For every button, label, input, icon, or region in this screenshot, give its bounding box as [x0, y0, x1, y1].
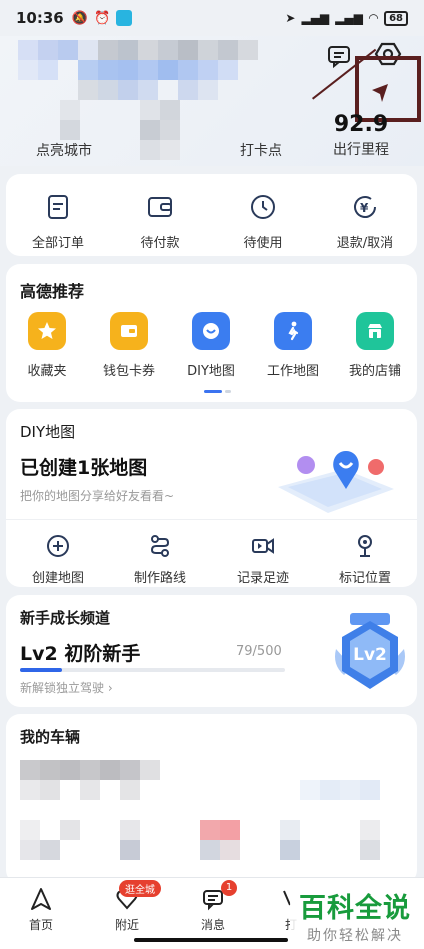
- pixelated-profile-name: [18, 40, 268, 100]
- pending-payment-button[interactable]: 待付款: [119, 190, 201, 251]
- recommend-label-shop: 我的店铺: [348, 364, 401, 379]
- status-time: 10:36: [16, 9, 64, 27]
- route-icon: [143, 529, 177, 563]
- diy-map-illustration: [278, 451, 394, 513]
- svg-text:¥: ¥: [360, 201, 369, 215]
- recommend-item-work-map[interactable]: 工作地图: [252, 312, 334, 379]
- annotation-arrowhead: [372, 84, 388, 102]
- pin-icon: [348, 529, 382, 563]
- navigate-icon: [28, 886, 54, 912]
- recommend-title: 高德推荐: [20, 282, 85, 301]
- recommend-item-diy-map[interactable]: DIY地图: [170, 312, 252, 379]
- stat-mileage-value: 92.9: [333, 112, 389, 137]
- create-map-button[interactable]: 创建地图: [17, 529, 99, 586]
- diy-map-card: DIY地图 已创建1张地图 把你的地图分享给好友看看~ 创建地图 制作路线 记录…: [6, 409, 417, 587]
- stat-mileage[interactable]: 92.9 出行里程: [326, 112, 396, 159]
- tab-home[interactable]: 首页: [6, 886, 76, 933]
- nearby-badge: 逛全城: [119, 880, 161, 897]
- watermark: 百科全说 助你轻松解决: [290, 886, 420, 946]
- make-route-button[interactable]: 制作路线: [119, 529, 201, 586]
- recommend-item-wallet[interactable]: 钱包卡券: [88, 312, 170, 379]
- video-icon: [246, 529, 280, 563]
- to-use-button[interactable]: 待使用: [222, 190, 304, 251]
- watermark-subtitle: 助你轻松解决: [307, 928, 403, 944]
- recommend-item-favorites[interactable]: 收藏夹: [6, 312, 88, 379]
- shop-icon: [356, 312, 394, 350]
- tab-home-label: 首页: [28, 918, 53, 932]
- level-badge: Lv2: [330, 609, 410, 697]
- order-list-icon: [41, 190, 75, 224]
- recommend-label-work-map: 工作地图: [266, 364, 319, 379]
- status-bar: 10:36 🔕 ⏰ ➤ ▂▄▆ ▂▄▆ ◠ 68: [0, 0, 424, 36]
- star-icon: [28, 312, 66, 350]
- location-icon: ➤: [285, 11, 296, 25]
- recommend-label-diy-map: DIY地图: [187, 364, 235, 379]
- stat-cities[interactable]: 点亮城市: [28, 140, 100, 160]
- battery-icon: 68: [384, 10, 408, 26]
- recommend-label-wallet: 钱包卡券: [102, 364, 155, 379]
- vehicles-title: 我的车辆: [20, 728, 81, 746]
- wallet-card-icon: [110, 312, 148, 350]
- tab-messages-label: 消息: [200, 918, 225, 932]
- recommend-card: 高德推荐 收藏夹 钱包卡券 DIY地图 工作地图 我的店铺: [6, 264, 417, 402]
- stat-mileage-label: 出行里程: [333, 142, 389, 158]
- record-footprint-button[interactable]: 记录足迹: [222, 529, 304, 586]
- all-orders-button[interactable]: 全部订单: [17, 190, 99, 251]
- growth-progress-fill: [20, 668, 62, 672]
- orders-card: 全部订单 待付款 待使用 ¥ 退款/取消: [6, 174, 417, 256]
- growth-title: 新手成长频道: [20, 609, 111, 627]
- stat-cities-label: 点亮城市: [36, 143, 92, 159]
- signal-icon-2: ▂▄▆: [335, 11, 363, 25]
- diy-title: DIY地图: [20, 423, 76, 441]
- growth-unlock-link[interactable]: 新解锁独立驾驶 ›: [20, 679, 113, 696]
- create-map-label: 创建地图: [31, 571, 84, 586]
- chevron-right-icon: ›: [104, 681, 113, 695]
- level-badge-text: Lv2: [353, 645, 387, 665]
- vehicles-card: 我的车辆: [6, 714, 417, 884]
- growth-card[interactable]: 新手成长频道 Lv2 初阶新手 79/500 新解锁独立驾驶 › Lv2: [6, 595, 417, 707]
- signal-icon: ▂▄▆: [301, 11, 330, 25]
- mark-location-button[interactable]: 标记位置: [324, 529, 406, 586]
- mute-icon: 🔕: [71, 10, 88, 26]
- clock-icon: [246, 190, 280, 224]
- tab-nearby-label: 附近: [114, 918, 139, 932]
- growth-unlock-text: 新解锁独立驾驶: [20, 681, 105, 695]
- refund-icon: ¥: [348, 190, 382, 224]
- stat-checkins-label: 打卡点: [240, 143, 282, 159]
- stat-checkins[interactable]: 打卡点: [226, 140, 296, 160]
- plus-circle-icon: [41, 529, 75, 563]
- growth-progress-text: 79/500: [236, 644, 282, 659]
- messages-badge: 1: [221, 880, 237, 896]
- divider: [6, 519, 417, 520]
- refund-button[interactable]: ¥ 退款/取消: [324, 190, 406, 251]
- wifi-icon: ◠: [368, 11, 379, 25]
- diy-subtitle: 把你的地图分享给好友看看~: [20, 489, 175, 503]
- all-orders-label: 全部订单: [31, 236, 84, 251]
- pixelated-vehicle-info: [20, 760, 420, 880]
- mark-location-label: 标记位置: [338, 571, 391, 586]
- tab-messages[interactable]: 消息: [178, 886, 248, 933]
- growth-progress-bar: [20, 668, 285, 672]
- record-footprint-label: 记录足迹: [236, 571, 289, 586]
- recommend-label-favorites: 收藏夹: [27, 364, 67, 379]
- growth-level: Lv2 初阶新手: [20, 643, 141, 665]
- wallet-icon: [143, 190, 177, 224]
- app-notification-icon: [116, 10, 133, 26]
- pending-payment-label: 待付款: [140, 236, 180, 251]
- home-indicator: [134, 938, 288, 942]
- recommend-item-shop[interactable]: 我的店铺: [334, 312, 416, 379]
- diy-headline[interactable]: 已创建1张地图: [20, 453, 147, 480]
- make-route-label: 制作路线: [133, 571, 186, 586]
- carousel-indicator: [204, 390, 231, 393]
- refund-label: 退款/取消: [336, 236, 394, 251]
- diy-map-icon: [192, 312, 230, 350]
- profile-header: 点亮城市 打卡点 92.9 出行里程: [0, 36, 424, 166]
- walk-icon: [274, 312, 312, 350]
- alarm-icon: ⏰: [93, 10, 111, 26]
- to-use-label: 待使用: [243, 236, 283, 251]
- watermark-title: 百科全说: [299, 893, 411, 924]
